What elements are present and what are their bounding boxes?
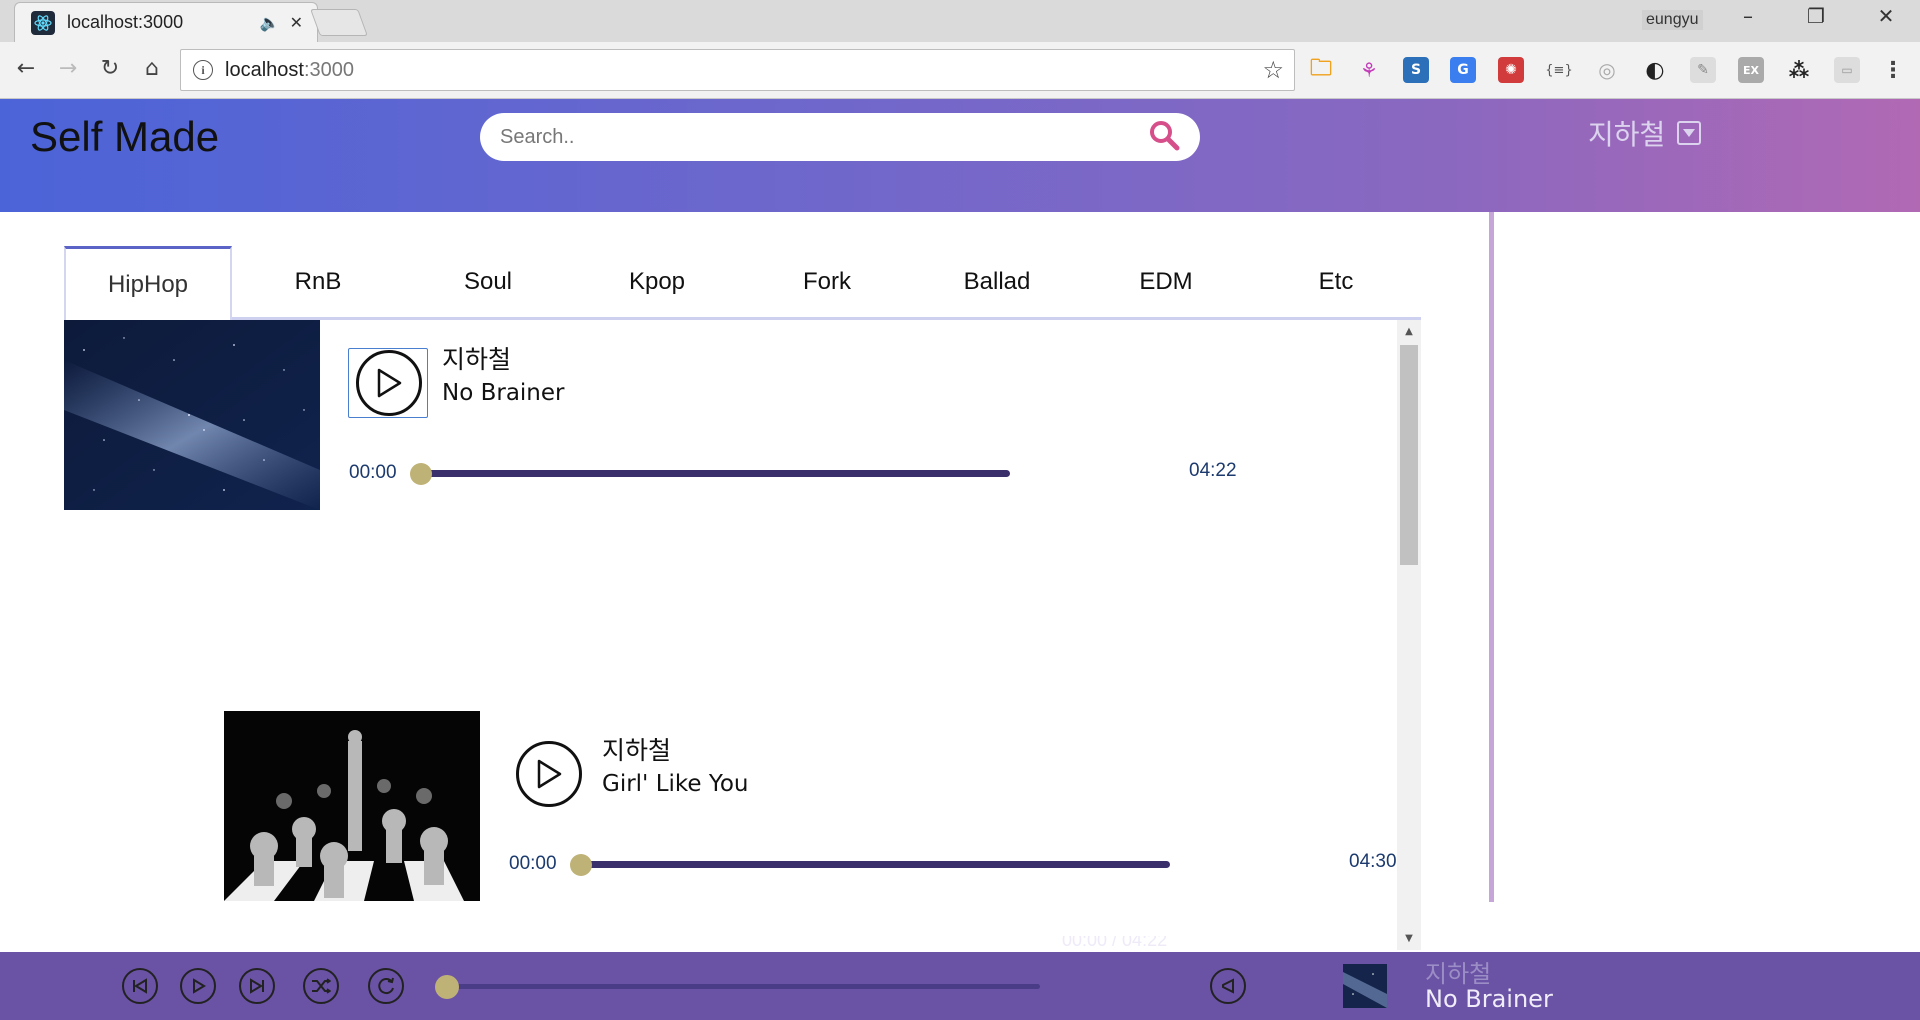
new-tab-button[interactable] [310, 9, 368, 36]
dropdown-icon[interactable] [1677, 121, 1702, 145]
tab-title: localhost:3000 [67, 12, 184, 32]
window-extension-icon[interactable]: ▭ [1834, 57, 1860, 83]
scroll-down-icon[interactable]: ▼ [1397, 933, 1421, 944]
tab-edm[interactable]: EDM [1082, 246, 1250, 317]
player-progress-knob[interactable] [435, 975, 459, 999]
app-header: Self Made 지하철 [0, 99, 1920, 212]
genre-tabs: HipHop RnB Soul Kpop Fork Ballad EDM Etc [64, 246, 1421, 320]
close-window-icon[interactable]: ✕ [1868, 4, 1904, 28]
tab-soul[interactable]: Soul [404, 246, 572, 317]
song-title: Girl' Like You [602, 771, 749, 797]
player-cover [1343, 964, 1387, 1008]
speaker-icon[interactable]: 🔈 [260, 14, 280, 31]
s-extension-icon[interactable]: S [1403, 57, 1429, 83]
user-menu[interactable]: 지하철 [1588, 113, 1702, 153]
play-icon [537, 759, 562, 789]
shuffle-icon [312, 978, 331, 994]
browser-toolbar: ← → ↻ ⌂ i localhost:3000 ☆ 🗀 ⚘ S G ✺ {≡}… [0, 42, 1920, 99]
reload-icon[interactable]: ↻ [96, 56, 124, 81]
list-scrollbar[interactable]: ▲ ▼ [1397, 320, 1421, 950]
forward-icon[interactable]: → [54, 56, 82, 81]
scrollbar-thumb[interactable] [1400, 345, 1418, 565]
song-cover-chess [224, 711, 480, 901]
bookmark-star-icon[interactable]: ☆ [1262, 56, 1284, 84]
restore-icon[interactable]: ❐ [1798, 4, 1834, 28]
search-icon[interactable] [1148, 119, 1180, 155]
tab-kpop[interactable]: Kpop [573, 246, 741, 317]
folder-extension-icon[interactable]: 🗀 [1308, 56, 1334, 83]
song-artist: 지하철 [442, 345, 512, 374]
search-bar [480, 113, 1200, 161]
player-play-button[interactable] [180, 968, 216, 1004]
bug-extension-icon[interactable]: ✺ [1498, 57, 1524, 83]
search-input[interactable] [500, 125, 1148, 149]
tab-hiphop[interactable]: HipHop [64, 246, 232, 320]
song-item: 지하철 Girl' Like You 00:00 04:30 [224, 711, 1397, 901]
dark-mode-extension-icon[interactable]: ◐ [1642, 57, 1668, 83]
close-tab-icon[interactable]: ✕ [290, 14, 303, 31]
nodes-extension-icon[interactable]: ⁂ [1786, 57, 1812, 83]
previous-button[interactable] [122, 968, 158, 1004]
play-button[interactable] [356, 350, 422, 416]
song-artist: 지하철 [602, 736, 672, 765]
pdf-extension-icon[interactable]: ✎ [1690, 57, 1716, 83]
song-current-time: 00:00 [509, 853, 557, 874]
translate-extension-icon[interactable]: G [1450, 57, 1476, 83]
react-favicon-icon [31, 10, 55, 35]
shuffle-button[interactable] [303, 968, 339, 1004]
play-button[interactable] [516, 741, 582, 807]
song-progress-track[interactable] [578, 861, 1170, 868]
repeat-button[interactable] [368, 968, 404, 1004]
back-icon[interactable]: ← [12, 56, 40, 81]
json-extension-icon[interactable]: {≡} [1545, 57, 1572, 83]
browser-tab[interactable]: localhost:3000 🔈 ✕ [14, 2, 318, 42]
browser-user-name[interactable]: eungyu [1642, 10, 1703, 30]
puzzle-extension-icon[interactable]: ⚘ [1356, 57, 1382, 83]
scroll-up-icon[interactable]: ▲ [1397, 326, 1421, 337]
song-progress-knob[interactable] [570, 854, 592, 876]
browser-tab-bar: localhost:3000 🔈 ✕ eungyu – ❐ ✕ [0, 0, 1920, 42]
menu-icon[interactable]: ⋮ [1880, 57, 1906, 83]
song-current-time: 00:00 [349, 462, 397, 483]
song-progress-knob[interactable] [410, 463, 432, 485]
tab-fork[interactable]: Fork [743, 246, 911, 317]
repeat-icon [378, 977, 394, 995]
next-button[interactable] [239, 968, 275, 1004]
song-progress-track[interactable] [418, 470, 1010, 477]
play-icon [377, 368, 402, 398]
minimize-icon[interactable]: – [1730, 4, 1766, 28]
play-icon [193, 978, 206, 994]
song-duration: 04:30 [1349, 851, 1397, 872]
tab-rnb[interactable]: RnB [234, 246, 402, 317]
side-divider [1489, 212, 1494, 902]
brand-title[interactable]: Self Made [30, 113, 219, 161]
info-icon[interactable]: i [193, 60, 213, 80]
song-duration: 04:22 [1189, 460, 1237, 481]
user-name: 지하철 [1588, 118, 1666, 151]
song-list: 지하철 No Brainer 00:00 04:22 지하철 Girl' Lik… [64, 320, 1421, 950]
url-text: localhost:3000 [225, 58, 354, 81]
next-icon [250, 978, 264, 994]
player-progress-track[interactable] [445, 984, 1040, 989]
player-artist: 지하철 [1425, 960, 1492, 988]
previous-icon [133, 978, 147, 994]
home-icon[interactable]: ⌂ [138, 56, 166, 81]
tab-ballad[interactable]: Ballad [913, 246, 1081, 317]
target-extension-icon[interactable]: ◎ [1594, 57, 1620, 83]
player-time: 00:00 / 04:22 [1062, 936, 1168, 950]
ex-extension-icon[interactable]: EX [1738, 57, 1764, 83]
volume-icon [1222, 978, 1234, 994]
volume-button[interactable] [1210, 968, 1246, 1004]
tab-etc[interactable]: Etc [1252, 246, 1420, 317]
address-bar[interactable]: i localhost:3000 ☆ [180, 49, 1295, 91]
song-title: No Brainer [442, 380, 565, 406]
player-title: No Brainer [1425, 985, 1553, 1013]
song-cover-galaxy [64, 320, 320, 510]
bottom-player: 00:00 / 04:22 지하철 No Brainer [0, 936, 1920, 1020]
